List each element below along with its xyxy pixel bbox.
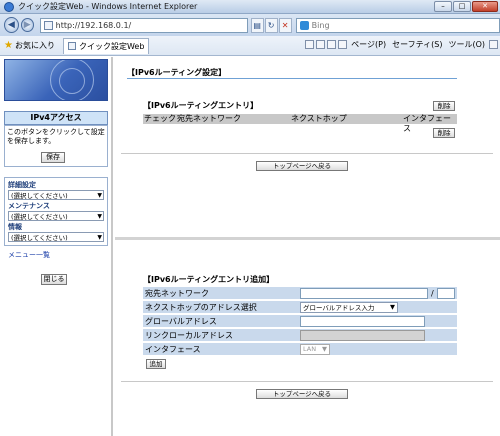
window-titlebar: クイック設定Web - Windows Internet Explorer – … <box>0 0 500 14</box>
menu-list-link[interactable]: メニュー一覧 <box>8 250 50 260</box>
print-icon[interactable] <box>338 40 348 49</box>
address-toolbar: ◀ ▶ http://192.168.0.1/ ▤ ↻ ✕ Bing <box>0 14 500 36</box>
bing-icon <box>299 20 309 30</box>
section-heading-info: 情報 <box>8 223 22 231</box>
info-select[interactable]: (選択してください) ▼ <box>8 232 104 242</box>
save-button[interactable]: 保存 <box>41 152 65 163</box>
chevron-down-icon: ▼ <box>97 191 102 199</box>
advanced-select[interactable]: (選択してください) ▼ <box>8 190 104 200</box>
maximize-button[interactable]: □ <box>453 1 471 12</box>
close-window-button[interactable]: ✕ <box>472 1 498 12</box>
interface-select: LAN ▼ <box>300 343 330 355</box>
global-address-input[interactable] <box>300 315 425 327</box>
section-heading-advanced: 詳細設定 <box>8 181 36 189</box>
page-icon <box>43 20 53 30</box>
interface-label: インタフェース <box>145 344 201 354</box>
home-icon[interactable] <box>305 40 315 49</box>
main-frame: 【IPv6ルーティング設定】 【IPv6ルーティングエントリ】 削除 チェック … <box>115 57 500 436</box>
col-nexthop: ネクストホップ <box>291 114 347 123</box>
page-menu[interactable]: ページ(P) <box>349 39 388 50</box>
tab-title: クイック設定Web <box>78 41 145 51</box>
linklocal-address-input <box>300 329 425 341</box>
divider <box>121 153 493 154</box>
row-global-address: グローバルアドレス <box>143 315 457 328</box>
page-content: IPv4アクセス このボタンをクリックして設定を保存します。 保存 詳細設定 (… <box>0 57 500 436</box>
delete-button-top[interactable]: 削除 <box>433 101 455 111</box>
section-heading-maintenance: メンテナンス <box>8 202 50 210</box>
minimize-button[interactable]: – <box>434 1 452 12</box>
col-interface: インタフェース <box>403 114 451 133</box>
routing-add-frame: 【IPv6ルーティングエントリ追加】 宛先ネットワーク / ネクストホップのアド… <box>115 243 500 436</box>
entry-section-title: 【IPv6ルーティングエントリ】 <box>143 101 259 110</box>
chevron-down-icon: ▼ <box>390 303 395 311</box>
maintenance-select-value: (選択してください) <box>11 213 68 221</box>
row-linklocal-address: リンクローカルアドレス <box>143 329 457 342</box>
advanced-select-value: (選択してください) <box>11 192 68 200</box>
interface-select-value: LAN <box>303 345 317 353</box>
routing-table-header: チェック 宛先ネットワーク ネクストホップ インタフェース <box>143 114 457 133</box>
save-note-text: このボタンをクリックして設定を保存します。 <box>7 128 105 145</box>
back-button[interactable]: ◀ <box>4 17 19 33</box>
row-destination: 宛先ネットワーク / <box>143 287 457 300</box>
favorites-bar: ★ お気に入り クイック設定Web ページ(P) セーフティ(S) ツール(O) <box>0 36 500 56</box>
close-button[interactable]: 閉じる <box>41 274 67 285</box>
refresh-button[interactable]: ↻ <box>264 17 278 33</box>
stop-button[interactable]: ✕ <box>278 17 292 33</box>
col-destination: 宛先ネットワーク <box>177 114 241 123</box>
add-button[interactable]: 追加 <box>146 359 166 369</box>
tab-page-icon <box>67 42 76 50</box>
address-field[interactable]: http://192.168.0.1/ <box>39 17 248 33</box>
linklocal-address-label: リンクローカルアドレス <box>145 330 233 340</box>
prefix-length-input[interactable] <box>436 287 455 299</box>
chevron-down-icon: ▼ <box>322 345 327 353</box>
ie-icon <box>4 1 14 12</box>
ipv4-access-button[interactable]: IPv4アクセス <box>4 111 108 125</box>
mail-icon[interactable] <box>327 40 337 49</box>
address-url: http://192.168.0.1/ <box>55 20 132 30</box>
maintenance-select[interactable]: (選択してください) ▼ <box>8 211 104 221</box>
safety-menu[interactable]: セーフティ(S) <box>390 39 444 50</box>
nexthop-select[interactable]: グローバルアドレス入力 ▼ <box>300 301 398 313</box>
favorites-button[interactable]: お気に入り <box>15 40 55 51</box>
page-title: 【IPv6ルーティング設定】 <box>127 67 457 79</box>
back-arrow-icon: ◀ <box>7 20 15 30</box>
compat-view-button[interactable]: ▤ <box>250 17 264 33</box>
prefix-separator: / <box>431 288 434 298</box>
chevron-down-icon: ▼ <box>97 212 102 220</box>
globe-inner-graphic <box>59 68 85 94</box>
top-page-button-bottom[interactable]: トップページへ戻る <box>256 389 348 399</box>
nexthop-select-label: ネクストホップのアドレス選択 <box>145 302 257 312</box>
search-placeholder: Bing <box>311 20 330 30</box>
logo-banner <box>4 59 108 101</box>
destination-input[interactable] <box>300 287 428 299</box>
global-address-label: グローバルアドレス <box>145 316 217 326</box>
info-select-value: (選択してください) <box>11 234 68 242</box>
routing-list-frame: 【IPv6ルーティング設定】 【IPv6ルーティングエントリ】 削除 チェック … <box>115 57 500 240</box>
menu-box: 詳細設定 (選択してください) ▼ メンテナンス (選択してください) ▼ 情報 (… <box>4 177 108 246</box>
search-field[interactable]: Bing <box>295 17 500 33</box>
forward-button[interactable]: ▶ <box>20 18 34 32</box>
col-check: チェック <box>144 114 176 123</box>
add-section-title: 【IPv6ルーティングエントリ追加】 <box>143 275 275 284</box>
left-menu-frame: IPv4アクセス このボタンをクリックして設定を保存します。 保存 詳細設定 (… <box>0 57 113 436</box>
favorites-star-icon: ★ <box>4 40 13 51</box>
tools-menu[interactable]: ツール(O) <box>446 39 487 50</box>
row-interface: インタフェース LAN ▼ <box>143 343 457 356</box>
top-page-button[interactable]: トップページへ戻る <box>256 161 348 171</box>
browser-tab[interactable]: クイック設定Web <box>62 37 150 54</box>
help-icon[interactable] <box>489 40 498 49</box>
nexthop-select-value: グローバルアドレス入力 <box>303 304 375 312</box>
destination-label: 宛先ネットワーク <box>145 288 209 298</box>
delete-button-bottom[interactable]: 削除 <box>433 128 455 138</box>
forward-arrow-icon: ▶ <box>23 20 31 30</box>
window-title: クイック設定Web - Windows Internet Explorer <box>18 2 198 11</box>
feeds-icon[interactable] <box>316 40 326 49</box>
chevron-down-icon: ▼ <box>97 233 102 241</box>
row-nexthop-select: ネクストホップのアドレス選択 グローバルアドレス入力 ▼ <box>143 301 457 314</box>
divider <box>121 381 493 382</box>
